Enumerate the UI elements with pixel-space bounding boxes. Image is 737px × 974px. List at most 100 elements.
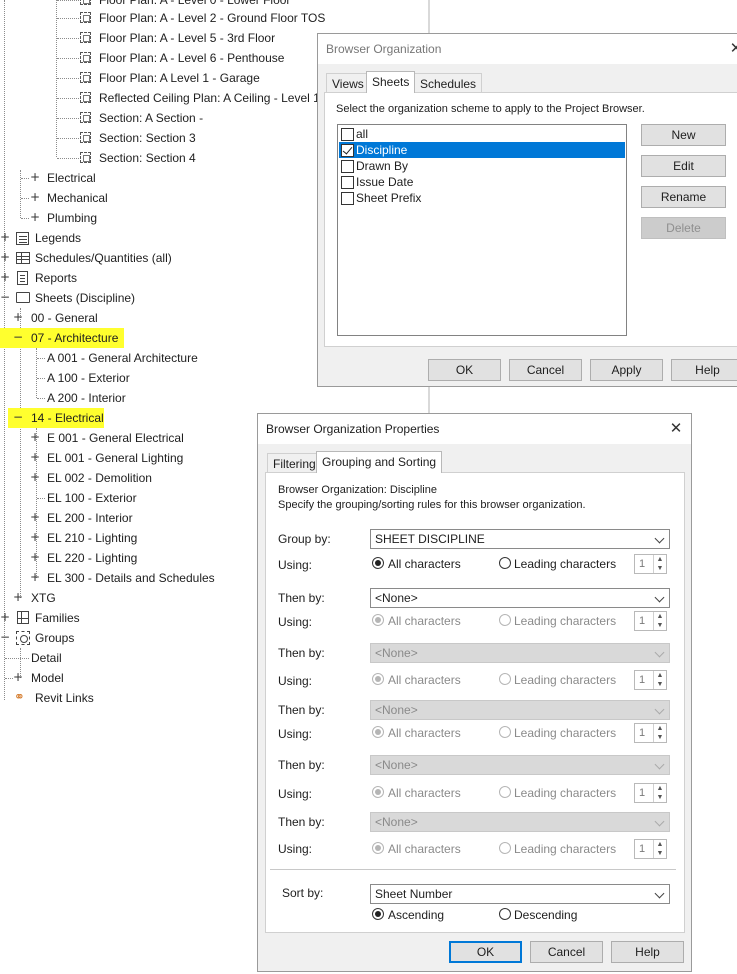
tree-item-detail[interactable]: Detail: [0, 648, 200, 668]
tree-item-plumbing[interactable]: + Plumbing: [0, 208, 200, 228]
delete-button[interactable]: Delete: [641, 217, 726, 239]
tree-item-model[interactable]: + Model: [0, 668, 200, 688]
tree-item-reports[interactable]: + Reports: [0, 268, 260, 288]
tab-schedules[interactable]: Schedules: [414, 73, 483, 93]
all-characters-radio[interactable]: [372, 786, 384, 798]
expand-plus-icon[interactable]: +: [30, 191, 40, 203]
all-characters-radio[interactable]: [372, 673, 384, 685]
close-icon[interactable]: ✕: [726, 39, 737, 59]
tree-item-sheet[interactable]: + EL 002 - Demolition: [0, 468, 250, 488]
expand-plus-icon[interactable]: +: [0, 271, 10, 283]
expand-plus-icon[interactable]: +: [0, 231, 10, 243]
spin-up-icon[interactable]: ▲: [653, 671, 666, 680]
ascending-radio[interactable]: [372, 908, 384, 920]
tree-item-group-highlighted[interactable]: − 07 - Architecture: [0, 328, 124, 348]
spin-up-icon[interactable]: ▲: [653, 840, 666, 849]
tree-item-sheet[interactable]: + EL 300 - Details and Schedules: [0, 568, 250, 588]
leading-characters-radio[interactable]: [499, 842, 511, 854]
tree-item-sheet[interactable]: A 001 - General Architecture: [0, 348, 260, 368]
scheme-checkbox[interactable]: [341, 128, 354, 141]
tree-item-groups[interactable]: − Groups: [0, 628, 200, 648]
tab-sheets[interactable]: Sheets: [366, 71, 416, 93]
tree-item-families[interactable]: + Families: [0, 608, 200, 628]
expand-plus-icon[interactable]: +: [0, 251, 10, 263]
expand-plus-icon[interactable]: +: [13, 671, 23, 683]
tree-item-sheets[interactable]: − Sheets (Discipline): [0, 288, 260, 308]
tree-item-group-highlighted[interactable]: − 14 - Electrical: [8, 408, 104, 428]
leading-count-stepper[interactable]: 1 ▲ ▼: [634, 723, 667, 743]
spin-down-icon[interactable]: ▼: [653, 621, 666, 630]
scheme-checkbox[interactable]: [341, 176, 354, 189]
scheme-item[interactable]: Drawn By: [339, 158, 625, 174]
all-characters-radio[interactable]: [372, 842, 384, 854]
leading-characters-radio[interactable]: [499, 726, 511, 738]
help-button[interactable]: Help: [611, 941, 684, 963]
leading-count-stepper[interactable]: 1 ▲ ▼: [634, 839, 667, 859]
tree-item-sheet[interactable]: A 100 - Exterior: [0, 368, 260, 388]
scheme-checkbox[interactable]: [341, 144, 354, 157]
collapse-minus-icon[interactable]: −: [13, 331, 23, 343]
tree-item-sheet[interactable]: + E 001 - General Electrical: [0, 428, 250, 448]
collapse-minus-icon[interactable]: −: [0, 291, 10, 303]
spin-up-icon[interactable]: ▲: [653, 555, 666, 564]
leading-count-stepper[interactable]: 1 ▲ ▼: [634, 783, 667, 803]
close-icon[interactable]: ✕: [666, 419, 686, 439]
cancel-button[interactable]: Cancel: [530, 941, 603, 963]
spin-down-icon[interactable]: ▼: [653, 564, 666, 573]
expand-plus-icon[interactable]: +: [30, 471, 40, 483]
rename-button[interactable]: Rename: [641, 186, 726, 208]
expand-plus-icon[interactable]: +: [30, 431, 40, 443]
leading-count-stepper[interactable]: 1 ▲ ▼: [634, 554, 667, 574]
expand-plus-icon[interactable]: +: [13, 591, 23, 603]
tree-item-view[interactable]: Floor Plan: A - Level 2 - Ground Floor T…: [0, 8, 428, 28]
scheme-checkbox[interactable]: [341, 160, 354, 173]
spin-down-icon[interactable]: ▼: [653, 680, 666, 689]
then-by-select[interactable]: <None>: [370, 700, 670, 720]
dialog-title-bar[interactable]: Browser Organization ✕: [318, 34, 737, 64]
then-by-select[interactable]: <None>: [370, 643, 670, 663]
tree-item-legends[interactable]: + Legends: [0, 228, 260, 248]
group-by-select[interactable]: SHEET DISCIPLINE: [370, 529, 670, 549]
all-characters-radio[interactable]: [372, 614, 384, 626]
help-button[interactable]: Help: [671, 359, 737, 381]
tree-item-sheet[interactable]: EL 100 - Exterior: [0, 488, 250, 508]
scheme-item[interactable]: Sheet Prefix: [339, 190, 625, 206]
tree-item-sheet[interactable]: + EL 220 - Lighting: [0, 548, 250, 568]
expand-plus-icon[interactable]: +: [30, 451, 40, 463]
then-by-select[interactable]: <None>: [370, 812, 670, 832]
collapse-minus-icon[interactable]: −: [13, 411, 23, 423]
expand-plus-icon[interactable]: +: [30, 551, 40, 563]
all-characters-radio[interactable]: [372, 726, 384, 738]
tree-item-sheet[interactable]: + EL 001 - General Lighting: [0, 448, 250, 468]
scheme-checkbox[interactable]: [341, 192, 354, 205]
expand-plus-icon[interactable]: +: [0, 611, 10, 623]
tab-views[interactable]: Views: [326, 73, 370, 93]
tree-item-revit-links[interactable]: ⚭ Revit Links: [0, 688, 200, 708]
leading-characters-radio[interactable]: [499, 614, 511, 626]
scheme-item[interactable]: all: [339, 126, 625, 142]
descending-radio[interactable]: [499, 908, 511, 920]
then-by-select[interactable]: <None>: [370, 755, 670, 775]
spin-up-icon[interactable]: ▲: [653, 784, 666, 793]
tab-filtering[interactable]: Filtering: [267, 453, 322, 473]
tree-item-sheet[interactable]: + EL 200 - Interior: [0, 508, 250, 528]
expand-plus-icon[interactable]: +: [30, 511, 40, 523]
expand-plus-icon[interactable]: +: [13, 311, 23, 323]
expand-plus-icon[interactable]: +: [30, 171, 40, 183]
tree-item-group[interactable]: + XTG: [0, 588, 200, 608]
leading-characters-radio[interactable]: [499, 557, 511, 569]
expand-plus-icon[interactable]: +: [30, 571, 40, 583]
leading-characters-radio[interactable]: [499, 786, 511, 798]
scheme-item-selected[interactable]: Discipline: [339, 142, 625, 158]
dialog-title-bar[interactable]: Browser Organization Properties ✕: [258, 414, 691, 444]
leading-count-stepper[interactable]: 1 ▲ ▼: [634, 670, 667, 690]
tree-item-mechanical[interactable]: + Mechanical: [0, 188, 200, 208]
cancel-button[interactable]: Cancel: [509, 359, 582, 381]
scheme-list[interactable]: all Discipline Drawn By Issue Date Sheet…: [337, 124, 627, 336]
tree-item-electrical[interactable]: + Electrical: [0, 168, 200, 188]
apply-button[interactable]: Apply: [590, 359, 663, 381]
scheme-item[interactable]: Issue Date: [339, 174, 625, 190]
ok-button[interactable]: OK: [449, 941, 522, 963]
ok-button[interactable]: OK: [428, 359, 501, 381]
spin-down-icon[interactable]: ▼: [653, 849, 666, 858]
